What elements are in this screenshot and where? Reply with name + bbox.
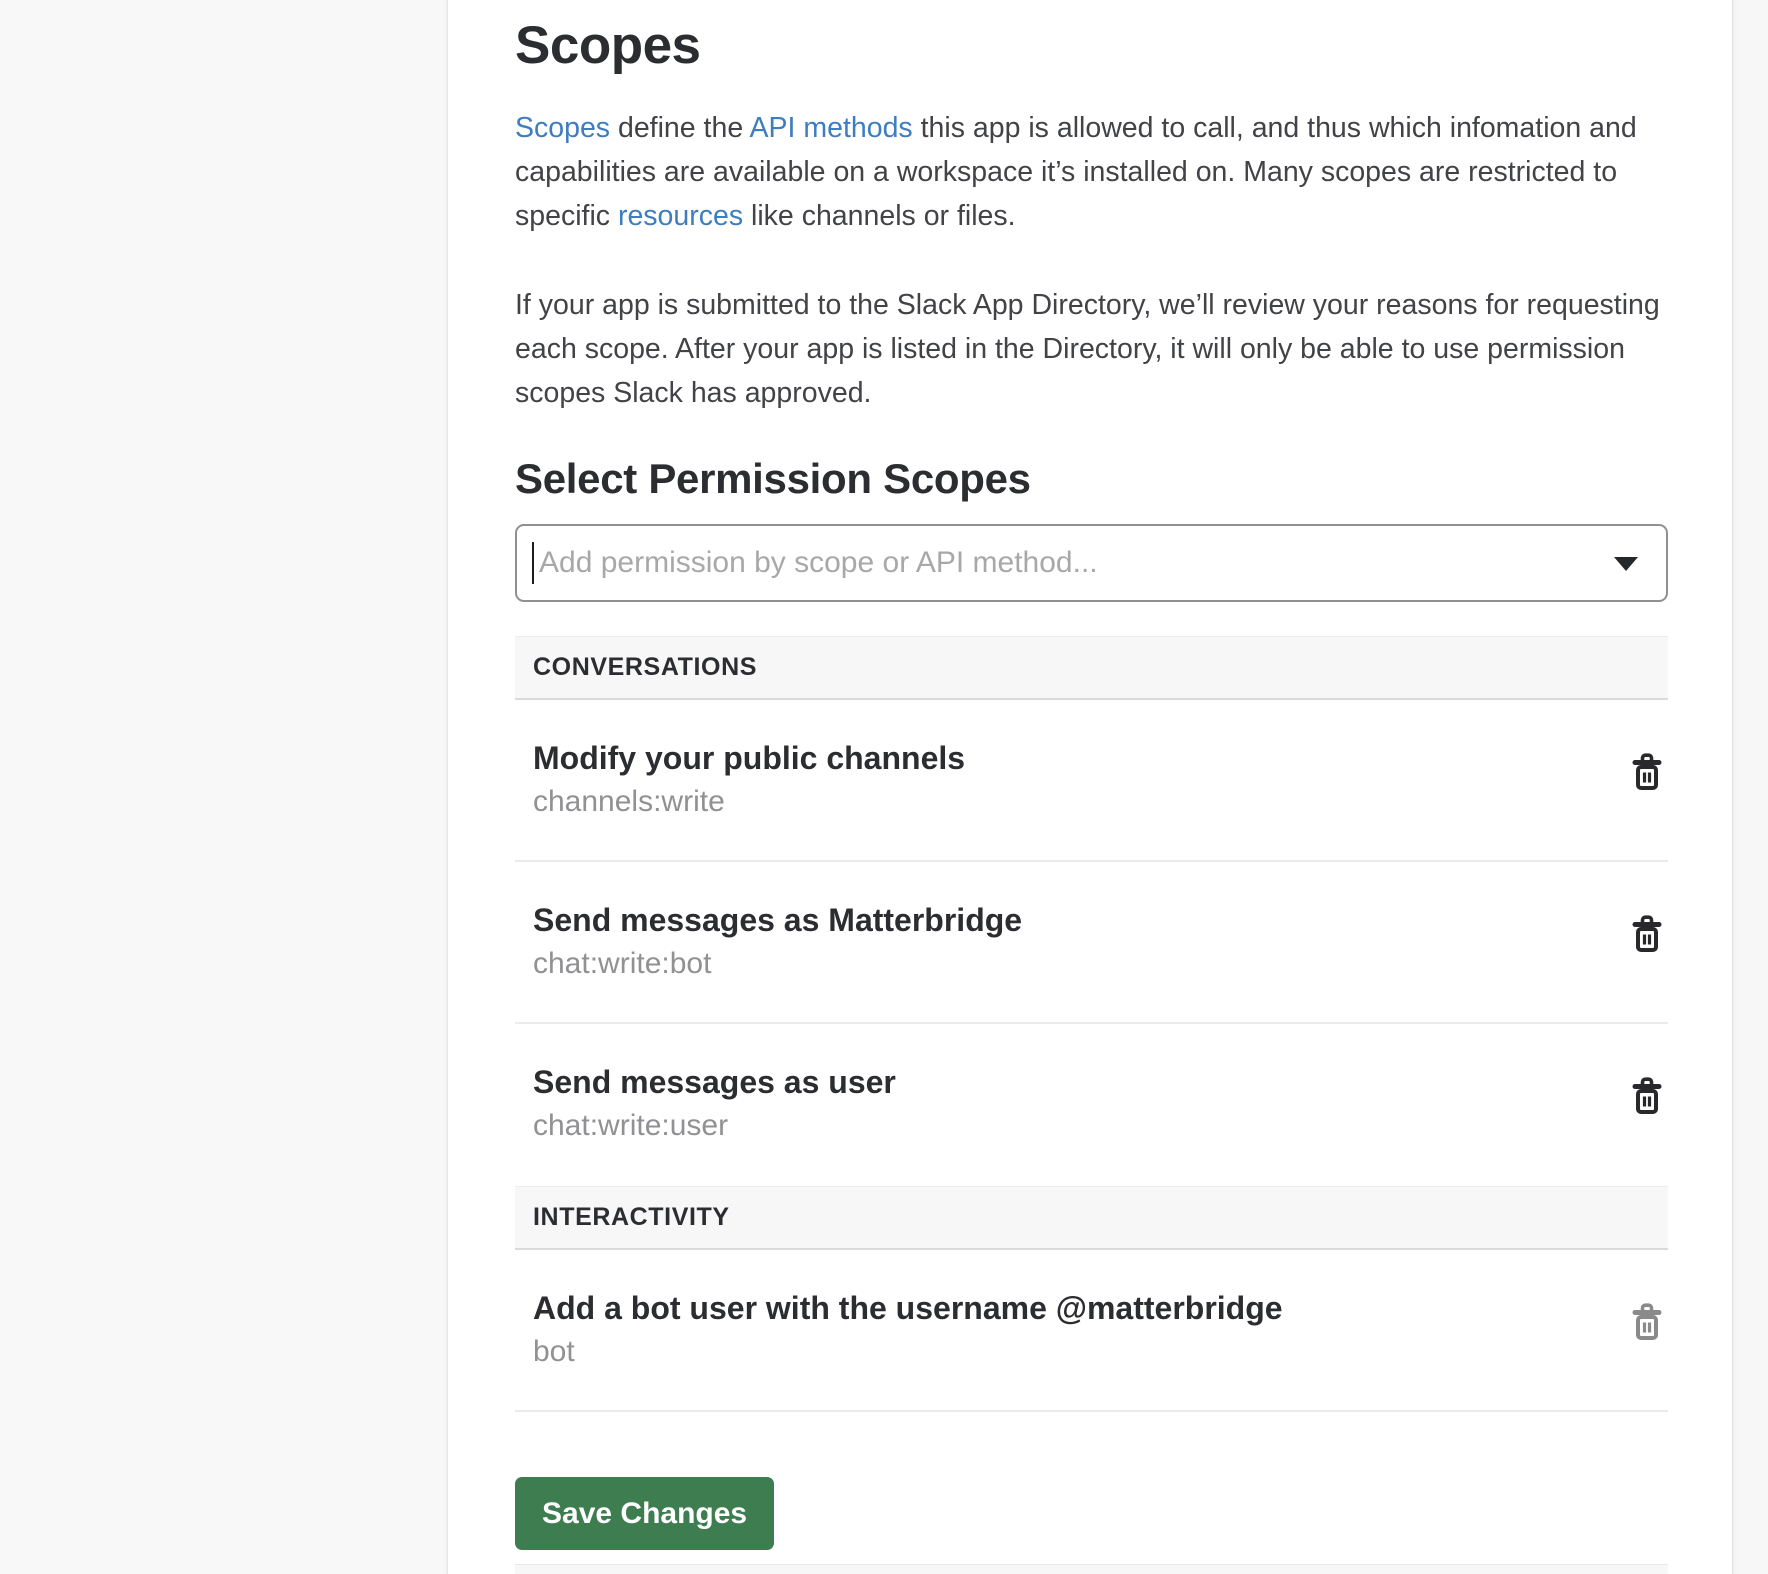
scope-title: Send messages as user [533,1062,1608,1102]
text-cursor [532,542,534,584]
save-changes-button[interactable]: Save Changes [515,1477,774,1550]
scope-code: chat:write:user [533,1104,1608,1148]
trash-icon [1632,1303,1666,1343]
resources-link[interactable]: resources [618,200,743,232]
intro-text-3: like channels or files. [743,200,1015,232]
scopes-intro-paragraph: Scopes define the API methods this app i… [515,106,1668,238]
scope-title: Add a bot user with the username @matter… [533,1288,1608,1328]
scope-code: bot [533,1330,1608,1374]
group-label: CONVERSATIONS [533,653,757,682]
remove-scope-button[interactable] [1632,1076,1666,1118]
next-section-divider [515,1564,1668,1574]
left-sidebar-background [0,0,448,1574]
intro-text-1: define the [610,112,749,144]
group-header-conversations: CONVERSATIONS [515,636,1668,700]
scope-row-bot: Add a bot user with the username @matter… [515,1250,1668,1412]
directory-review-paragraph: If your app is submitted to the Slack Ap… [515,283,1668,415]
scope-code: channels:write [533,780,1608,824]
trash-icon [1632,915,1666,955]
right-page-background [1732,0,1768,1574]
scope-code: chat:write:bot [533,942,1608,986]
trash-icon [1632,753,1666,793]
page-title: Scopes [515,14,1668,78]
scope-row-chat-write-bot: Send messages as Matterbridge chat:write… [515,862,1668,1024]
scope-picker [515,524,1668,602]
trash-icon [1632,1077,1666,1117]
remove-scope-button[interactable] [1632,752,1666,794]
scope-row-chat-write-user: Send messages as user chat:write:user [515,1024,1668,1186]
scopes-content-panel: Scopes Scopes define the API methods thi… [448,0,1732,1574]
api-methods-link[interactable]: API methods [750,112,913,144]
select-permission-scopes-heading: Select Permission Scopes [515,453,1668,505]
scope-title: Modify your public channels [533,738,1608,778]
scopes-link[interactable]: Scopes [515,112,610,144]
group-header-interactivity: INTERACTIVITY [515,1186,1668,1250]
scope-row-channels-write: Modify your public channels channels:wri… [515,700,1668,862]
chevron-down-icon[interactable] [1614,557,1638,571]
remove-scope-button[interactable] [1632,914,1666,956]
group-label: INTERACTIVITY [533,1203,730,1232]
scope-search-input[interactable] [515,524,1668,602]
scope-title: Send messages as Matterbridge [533,900,1608,940]
remove-scope-button[interactable] [1632,1302,1666,1344]
